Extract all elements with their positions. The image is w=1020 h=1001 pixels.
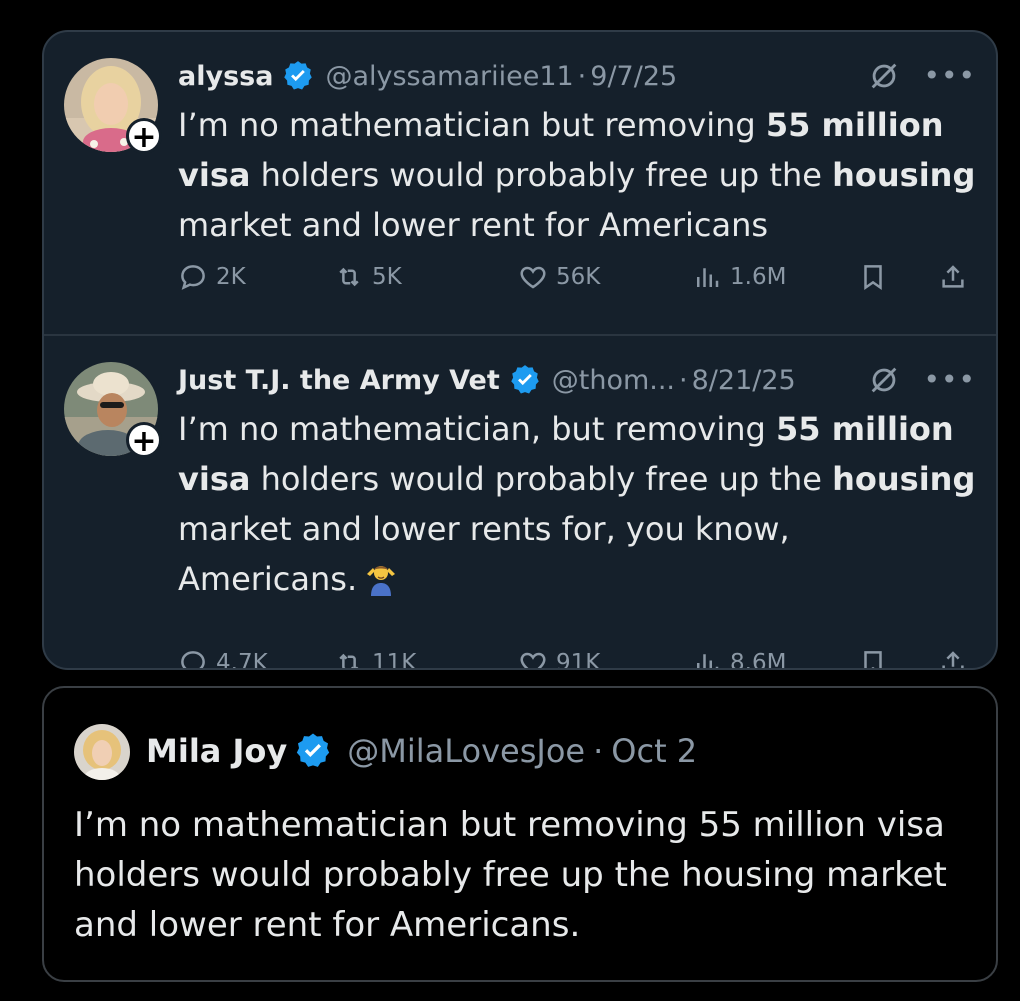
bookmark-icon: [864, 265, 882, 291]
views-button[interactable]: 1.6M: [692, 262, 786, 292]
tweet-text: I’m no mathematician but removing 55 mil…: [178, 100, 978, 250]
text-part: holders would probably free up the: [250, 460, 833, 498]
tweet-header: Just T.J. the Army Vet @thom... · 8/21/2…: [178, 358, 976, 402]
handle[interactable]: @alyssamariiee11: [325, 61, 573, 92]
like-count: 91K: [556, 650, 601, 670]
views-chart-icon: [697, 654, 719, 668]
quoted-tweet-text: I’m no mathematician but removing 55 mil…: [74, 805, 947, 945]
more-icon[interactable]: •••: [923, 366, 976, 394]
text-part-bold: housing: [832, 460, 976, 498]
verified-badge-icon: [511, 365, 539, 394]
repost-button[interactable]: 11K: [334, 648, 417, 670]
header-actions: •••: [867, 363, 976, 397]
display-name[interactable]: alyssa: [178, 61, 273, 92]
grok-icon[interactable]: [867, 59, 901, 93]
tweet-date[interactable]: Oct 2: [611, 732, 697, 770]
share-button[interactable]: [938, 262, 968, 292]
reply-count: 4.7K: [216, 650, 268, 670]
text-part: holders would probably free up the: [250, 156, 833, 194]
display-name[interactable]: Mila Joy: [146, 732, 287, 770]
verified-badge-icon: [297, 733, 330, 767]
tweet-stack-card: + alyssa @alyssamariiee11 · 9/7/25 ••• I…: [42, 30, 998, 670]
like-button[interactable]: 56K: [518, 262, 600, 292]
more-icon[interactable]: •••: [923, 62, 976, 90]
text-part-bold: visa: [178, 156, 251, 194]
repost-icon: [339, 653, 359, 668]
views-chart-icon: [697, 268, 719, 287]
avatar-wrap: +: [64, 362, 162, 459]
reply-count: 2K: [216, 264, 246, 290]
text-part-bold: visa: [178, 460, 251, 498]
verified-badge-icon: [284, 61, 313, 90]
view-count: 8.6M: [730, 650, 787, 670]
reply-icon: [181, 265, 205, 290]
tweet-date[interactable]: 9/7/25: [590, 61, 677, 92]
text-part-bold: housing: [832, 156, 976, 194]
repost-icon: [339, 267, 359, 287]
repost-count: 5K: [372, 264, 402, 290]
text-part-bold: 55 million: [765, 106, 944, 144]
view-count: 1.6M: [730, 264, 787, 290]
text-part: market and lower rents for, you know, Am…: [178, 510, 790, 598]
repost-count: 11K: [372, 650, 417, 670]
heart-icon: [520, 652, 546, 668]
follow-plus-icon[interactable]: +: [126, 118, 162, 155]
text-part-bold: 55 million: [776, 410, 954, 448]
tweet-text: I’m no mathematician, but removing 55 mi…: [178, 404, 978, 604]
separator-dot: ·: [577, 60, 587, 92]
follow-plus-icon[interactable]: +: [126, 422, 162, 459]
separator-dot: ·: [679, 364, 688, 396]
repost-button[interactable]: 5K: [334, 262, 402, 292]
share-button[interactable]: [938, 648, 968, 668]
share-icon: [942, 651, 964, 668]
views-button[interactable]: 8.6M: [692, 648, 787, 670]
reply-icon: [181, 651, 205, 668]
handle[interactable]: @MilaLovesJoe: [347, 732, 585, 770]
like-count: 56K: [556, 264, 601, 290]
tweet-date[interactable]: 8/21/25: [692, 365, 796, 396]
header-actions: •••: [867, 59, 976, 93]
reply-button[interactable]: 2K: [178, 262, 246, 292]
handle[interactable]: @thom...: [552, 365, 675, 396]
like-button[interactable]: 91K: [518, 648, 601, 670]
avatar-wrap: +: [64, 58, 162, 155]
man-shrugging-emoji: [367, 566, 396, 596]
quoted-header: Mila Joy @MilaLovesJoe · Oct 2: [146, 726, 697, 776]
text-part: I’m no mathematician, but removing: [178, 410, 777, 448]
quoted-tweet-card[interactable]: Mila Joy @MilaLovesJoe · Oct 2 I’m no ma…: [42, 686, 998, 982]
tweet[interactable]: + alyssa @alyssamariiee11 · 9/7/25 ••• I…: [44, 32, 996, 334]
separator-dot: ·: [593, 732, 604, 770]
bookmark-button[interactable]: [858, 262, 888, 292]
tweet-header: alyssa @alyssamariiee11 · 9/7/25 •••: [178, 54, 976, 98]
tweet[interactable]: + Just T.J. the Army Vet @thom... · 8/21…: [44, 336, 996, 670]
bookmark-icon: [864, 651, 882, 668]
heart-icon: [520, 266, 546, 289]
reply-button[interactable]: 4.7K: [178, 648, 268, 670]
text-part: I’m no mathematician but removing: [178, 106, 766, 144]
tweet-actions: 2K 5K 56K 1.6M: [178, 262, 978, 302]
display-name[interactable]: Just T.J. the Army Vet: [178, 365, 500, 396]
bookmark-button[interactable]: [858, 648, 888, 668]
share-icon: [942, 265, 964, 288]
grok-icon[interactable]: [867, 363, 901, 397]
avatar[interactable]: [74, 724, 130, 780]
screenshot: + alyssa @alyssamariiee11 · 9/7/25 ••• I…: [0, 0, 1020, 1001]
tweet-actions: 4.7K 11K 91K 8.6M: [178, 648, 978, 670]
text-part: market and lower rent for Americans: [178, 206, 769, 244]
